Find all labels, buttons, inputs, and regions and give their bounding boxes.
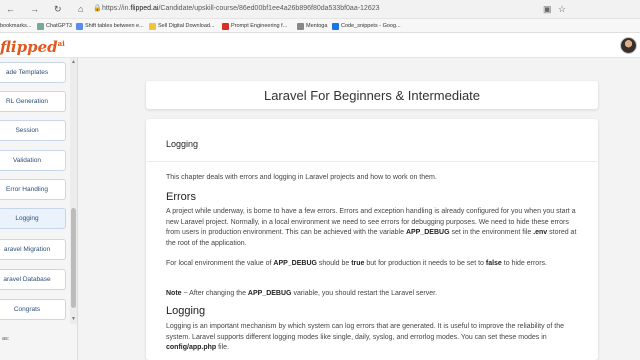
browser-url-bar: ← → ↻ ⌂ 🔒 https://in.flipped.ai/Candidat… <box>0 0 640 19</box>
home-icon[interactable]: ⌂ <box>78 4 83 14</box>
bookmark-item[interactable]: bookmarks... <box>0 21 31 31</box>
sidebar-item-laravel-database[interactable]: aravel Database <box>0 269 66 290</box>
sidebar-item-laravel-migration[interactable]: aravel Migration <box>0 239 66 260</box>
bookmark-star-icon[interactable]: ☆ <box>558 4 566 14</box>
reload-icon[interactable]: ↻ <box>54 4 62 14</box>
forward-icon[interactable]: → <box>30 4 39 14</box>
avatar[interactable] <box>620 37 637 54</box>
scroll-up-icon[interactable]: ▲ <box>70 59 77 65</box>
errors-heading: Errors <box>166 191 196 203</box>
logging-paragraph: Logging is an important mechanism by whi… <box>166 323 565 351</box>
lock-icon: 🔒 <box>93 5 102 12</box>
bookmark-favicon-icon <box>222 22 229 30</box>
sidebar-footer-text: as: <box>2 336 10 342</box>
bookmark-favicon-icon <box>297 22 304 30</box>
sidebar-item-label: Validation <box>12 157 42 164</box>
bookmark-item[interactable]: Shift tables between e... <box>76 21 144 31</box>
note-paragraph: Note − After changing the APP_DEBUG vari… <box>166 290 438 297</box>
bookmark-item[interactable]: Sell Digital Download... <box>149 21 215 31</box>
sidebar-item-url-generation[interactable]: RL Generation <box>0 91 66 112</box>
lesson-section-title: Logging <box>166 139 199 149</box>
bookmark-item[interactable]: ChatGPT3 <box>37 21 72 31</box>
sidebar-item-label: ade Templates <box>5 69 49 76</box>
sidebar-item-label: Error Handling <box>6 186 48 193</box>
sidebar-scrollbar[interactable]: ▲ ▼ <box>70 58 77 324</box>
debug-paragraph: For local environment the value of APP_D… <box>166 260 547 267</box>
bookmarks-bar: bookmarks... ChatGPT3 Shift tables betwe… <box>0 19 640 33</box>
scroll-down-icon[interactable]: ▼ <box>70 316 77 322</box>
section-divider <box>146 161 598 162</box>
course-title-card: Laravel For Beginners & Intermediate <box>146 81 598 109</box>
sidebar-item-congrats[interactable]: Congrats <box>0 299 66 320</box>
sidebar-item-logging[interactable]: Logging <box>0 208 66 229</box>
bookmark-favicon-icon <box>76 22 83 30</box>
bookmark-favicon-icon <box>149 22 156 30</box>
app-header: flippedai <box>0 33 640 58</box>
sidebar-item-blade-templates[interactable]: ade Templates <box>0 62 66 83</box>
bookmark-item[interactable]: Mentoga <box>297 21 327 31</box>
flipped-logo[interactable]: flippedai <box>0 34 65 57</box>
logging-heading: Logging <box>166 305 206 317</box>
bookmark-item[interactable]: Code_snippets - Goog... <box>332 21 401 31</box>
sidebar-item-label: aravel Database <box>3 276 51 283</box>
sidebar-item-validation[interactable]: Validation <box>0 150 66 171</box>
intro-paragraph: This chapter deals with errors and loggi… <box>166 174 437 181</box>
back-icon[interactable]: ← <box>6 4 15 14</box>
sidebar-item-label: Logging <box>15 215 39 222</box>
reader-view-icon[interactable]: ▣ <box>543 4 552 14</box>
sidebar-item-label: RL Generation <box>5 98 49 105</box>
sidebar-item-error-handling[interactable]: Error Handling <box>0 179 66 200</box>
scroll-thumb[interactable] <box>71 208 76 308</box>
errors-paragraph: A project while underway, is borne to ha… <box>166 208 577 247</box>
bookmark-favicon-icon <box>37 22 44 30</box>
address-input[interactable]: https://in.flipped.ai/Candidate/upskill-… <box>102 3 380 15</box>
course-title: Laravel For Beginners & Intermediate <box>263 87 481 103</box>
bookmark-item[interactable]: Prompt Engineering f... <box>222 21 287 31</box>
sidebar-item-session[interactable]: Session <box>0 120 66 141</box>
course-sidebar: ade Templates RL Generation Session Vali… <box>0 58 78 360</box>
lesson-content-card: Logging This chapter deals with errors a… <box>146 119 598 360</box>
bookmark-favicon-icon <box>332 22 339 30</box>
sidebar-item-label: Session <box>15 127 39 134</box>
sidebar-item-label: aravel Migration <box>3 246 51 253</box>
sidebar-item-label: Congrats <box>13 306 41 313</box>
